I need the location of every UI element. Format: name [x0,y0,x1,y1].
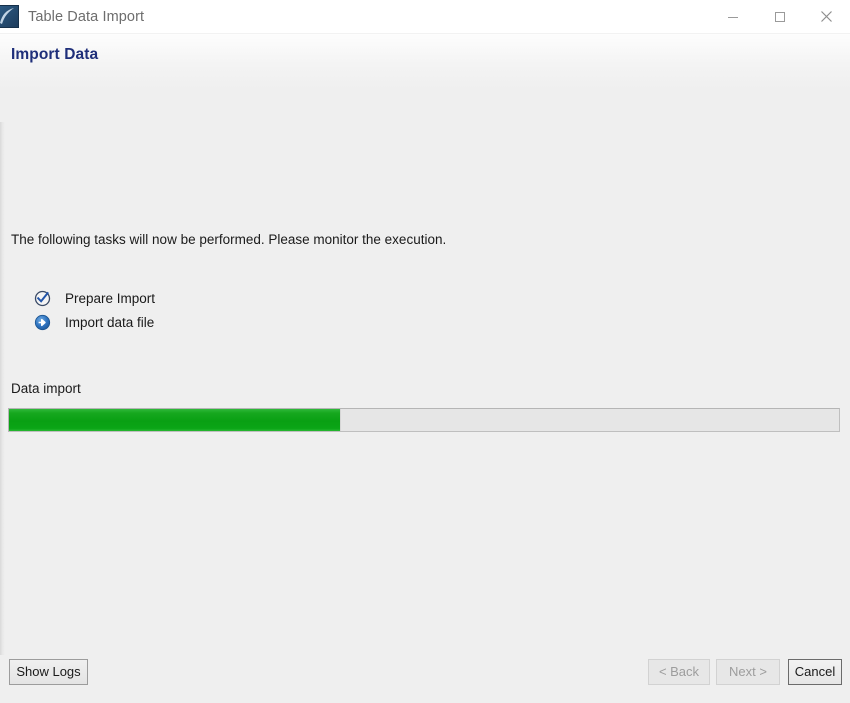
show-logs-button[interactable]: Show Logs [9,659,88,685]
page-title: Import Data [11,46,99,63]
task-label: Prepare Import [65,290,156,306]
title-bar: Table Data Import [0,0,850,34]
footer-button-bar: Show Logs < Back Next > Cancel [0,655,850,703]
content-area: The following tasks will now be performe… [0,89,850,703]
progress-bar-fill [9,409,341,431]
window-title: Table Data Import [28,8,145,25]
header-band: Import Data [0,34,850,89]
workbench-app-icon [0,5,19,28]
next-button: Next > [716,659,780,685]
close-button[interactable] [803,0,850,33]
task-list: Prepare Import Import data file [33,286,155,334]
progress-bar [8,408,840,432]
left-edge-shadow [0,122,5,703]
maximize-icon [774,11,785,22]
minimize-button[interactable] [709,0,756,33]
task-item-prepare-import: Prepare Import [33,286,155,310]
back-button: < Back [648,659,710,685]
progress-label: Data import [11,381,81,396]
minimize-icon [727,16,738,18]
task-item-import-data-file: Import data file [33,310,155,334]
window-controls [709,0,850,33]
task-label: Import data file [65,314,155,330]
arrow-circle-right-icon [33,313,51,331]
cancel-button[interactable]: Cancel [788,659,842,685]
intro-text: The following tasks will now be performe… [11,232,447,247]
maximize-button[interactable] [756,0,803,33]
close-icon [821,11,832,22]
check-circle-icon [33,289,51,307]
table-data-import-window: Table Data Import Import Data The follow… [0,0,850,703]
